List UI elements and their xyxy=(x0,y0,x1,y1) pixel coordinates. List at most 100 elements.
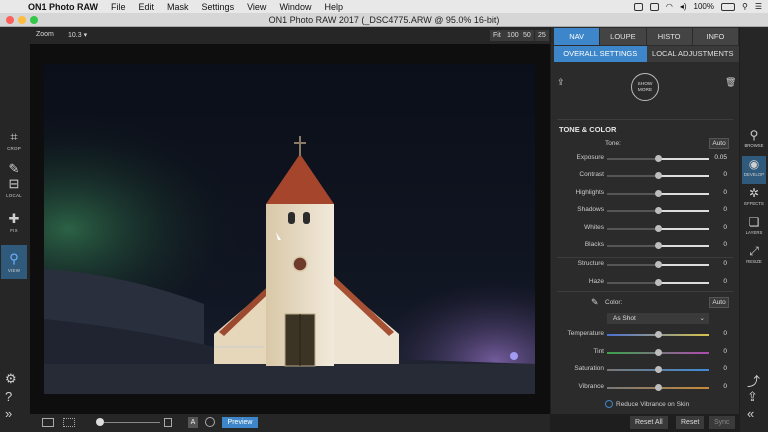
reduce-vibrance-toggle[interactable]: Reduce Vibrance on Skin xyxy=(605,400,689,408)
slider-value[interactable]: 0 xyxy=(723,348,727,355)
tone-auto-button[interactable]: Auto xyxy=(709,138,729,149)
view-tool[interactable]: ⚲ VIEW xyxy=(1,245,27,279)
menu-file[interactable]: File xyxy=(111,2,126,12)
reset-button[interactable]: Reset xyxy=(676,416,705,429)
slider-knob[interactable] xyxy=(655,207,662,214)
canvas-toolbar: Zoom 10.3 ▾ Fit 100 50 25 xyxy=(30,27,550,44)
tab-local-adjustments[interactable]: LOCAL ADJUSTMENTS xyxy=(646,46,739,62)
image-canvas[interactable]: Zoom 10.3 ▾ Fit 100 50 25 xyxy=(30,27,550,414)
mask-view-icon[interactable] xyxy=(205,417,215,427)
battery-status-icon[interactable] xyxy=(649,2,659,11)
slider-value[interactable]: 0 xyxy=(723,171,727,178)
slider-value[interactable]: 0.05 xyxy=(714,154,727,161)
slider-value[interactable]: 0 xyxy=(723,365,727,372)
slider-knob[interactable] xyxy=(655,172,662,179)
local-adjust-icon: ⊟ xyxy=(8,176,20,191)
white-balance-select[interactable]: As Shot ⌄ xyxy=(607,313,709,324)
slider-value[interactable]: 0 xyxy=(723,189,727,196)
minimize-button[interactable] xyxy=(18,16,26,24)
slider-knob[interactable] xyxy=(655,349,662,356)
section-title[interactable]: TONE & COLOR xyxy=(559,125,616,134)
wifi-icon[interactable]: ◠ xyxy=(666,2,673,11)
slider-value[interactable]: 0 xyxy=(723,206,727,213)
zoom-50-button[interactable]: 50 xyxy=(520,30,534,41)
dropbox-icon[interactable] xyxy=(633,2,643,11)
magnifier-icon: ⚲ xyxy=(9,251,19,266)
menu-help[interactable]: Help xyxy=(324,2,343,12)
slider-knob[interactable] xyxy=(655,242,662,249)
search-icon[interactable]: ⚲ xyxy=(742,2,748,11)
tab-overall-settings[interactable]: OVERALL SETTINGS xyxy=(554,46,647,62)
export-icon[interactable]: ⇪ xyxy=(747,389,758,405)
view-label: VIEW xyxy=(7,268,21,273)
module-develop[interactable]: ◉ DEVELOP xyxy=(742,156,766,184)
collapse-left-icon[interactable]: » xyxy=(5,406,12,421)
menu-settings[interactable]: Settings xyxy=(202,2,235,12)
divider xyxy=(557,119,733,120)
color-auto-button[interactable]: Auto xyxy=(709,297,729,308)
show-more-button[interactable]: SHOW MORE xyxy=(631,73,659,101)
slider-value[interactable]: 0 xyxy=(723,241,727,248)
export-preset-icon[interactable]: ⇪ xyxy=(557,77,565,88)
slider-value[interactable]: 0 xyxy=(723,383,727,390)
tab-loupe[interactable]: LOUPE xyxy=(600,28,647,45)
menu-edit[interactable]: Edit xyxy=(139,2,155,12)
zoom-value[interactable]: 10.3 ▾ xyxy=(68,31,87,39)
slider-value[interactable]: 0 xyxy=(723,224,727,231)
slider-knob[interactable] xyxy=(655,190,662,197)
resize-label: RESIZE xyxy=(746,259,762,264)
zoom-button[interactable] xyxy=(30,16,38,24)
sync-button[interactable]: Sync xyxy=(709,416,735,429)
share-icon[interactable]: ⤴ xyxy=(747,371,760,390)
tab-info[interactable]: INFO xyxy=(692,28,739,45)
tab-histo[interactable]: HISTO xyxy=(646,28,693,45)
list-icon[interactable]: ☰ xyxy=(755,2,762,11)
slider-fill xyxy=(658,210,709,212)
single-view-icon[interactable] xyxy=(42,418,54,427)
zoom-slider-knob[interactable] xyxy=(96,418,104,426)
close-button[interactable] xyxy=(6,16,14,24)
help-icon[interactable]: ? xyxy=(5,389,12,404)
slider-knob[interactable] xyxy=(655,155,662,162)
reset-all-button[interactable]: Reset All xyxy=(630,416,668,429)
preview-button[interactable]: Preview xyxy=(222,417,258,428)
zoom-slider-track[interactable] xyxy=(104,422,160,423)
slider-value[interactable]: 0 xyxy=(723,330,727,337)
slider-value[interactable]: 0 xyxy=(723,260,727,267)
volume-icon[interactable]: ◂) xyxy=(680,2,687,11)
battery-icon[interactable] xyxy=(720,2,735,11)
status-area: ◠ ◂) 100% ⚲ ☰ xyxy=(633,0,762,13)
trash-icon[interactable]: 🗑 xyxy=(725,77,736,88)
fix-tool[interactable]: ✚ FIX xyxy=(1,205,27,239)
tab-nav[interactable]: NAV xyxy=(554,28,601,45)
fit-view-icon[interactable] xyxy=(164,418,172,427)
reduce-vibrance-checkbox[interactable] xyxy=(605,400,613,408)
module-effects[interactable]: ✲ EFFECTS xyxy=(742,185,766,213)
photo-preview[interactable] xyxy=(44,64,535,394)
slider-label: Vibrance xyxy=(578,383,604,390)
slider-knob[interactable] xyxy=(655,225,662,232)
auto-mode-button[interactable]: A xyxy=(188,417,198,428)
settings-gear-icon[interactable]: ⚙ xyxy=(5,371,17,387)
menu-bar: ON1 Photo RAW File Edit Mask Settings Vi… xyxy=(0,0,768,13)
slider-knob[interactable] xyxy=(655,366,662,373)
module-browse[interactable]: ⚲ BROWSE xyxy=(742,127,766,155)
module-resize[interactable]: ⤢ RESIZE xyxy=(742,243,766,271)
slider-knob[interactable] xyxy=(655,331,662,338)
slider-knob[interactable] xyxy=(655,261,662,268)
menu-view[interactable]: View xyxy=(247,2,266,12)
slider-knob[interactable] xyxy=(655,384,662,391)
slider-value[interactable]: 0 xyxy=(723,278,727,285)
slider-knob[interactable] xyxy=(655,279,662,286)
zoom-fit-button[interactable]: Fit xyxy=(490,30,504,41)
eyedropper-icon[interactable]: ✎ xyxy=(591,297,599,308)
menu-window[interactable]: Window xyxy=(279,2,311,12)
filmstrip-view-icon[interactable] xyxy=(63,418,75,427)
show-more-label-1: SHOW xyxy=(637,82,653,87)
local-tool[interactable]: ⊟ LOCAL xyxy=(1,170,27,204)
zoom-25-button[interactable]: 25 xyxy=(535,30,549,41)
collapse-right-icon[interactable]: « xyxy=(747,406,754,421)
module-layers[interactable]: ❏ LAYERS xyxy=(742,214,766,242)
menu-mask[interactable]: Mask xyxy=(167,2,189,12)
menu-app[interactable]: ON1 Photo RAW xyxy=(28,2,98,12)
